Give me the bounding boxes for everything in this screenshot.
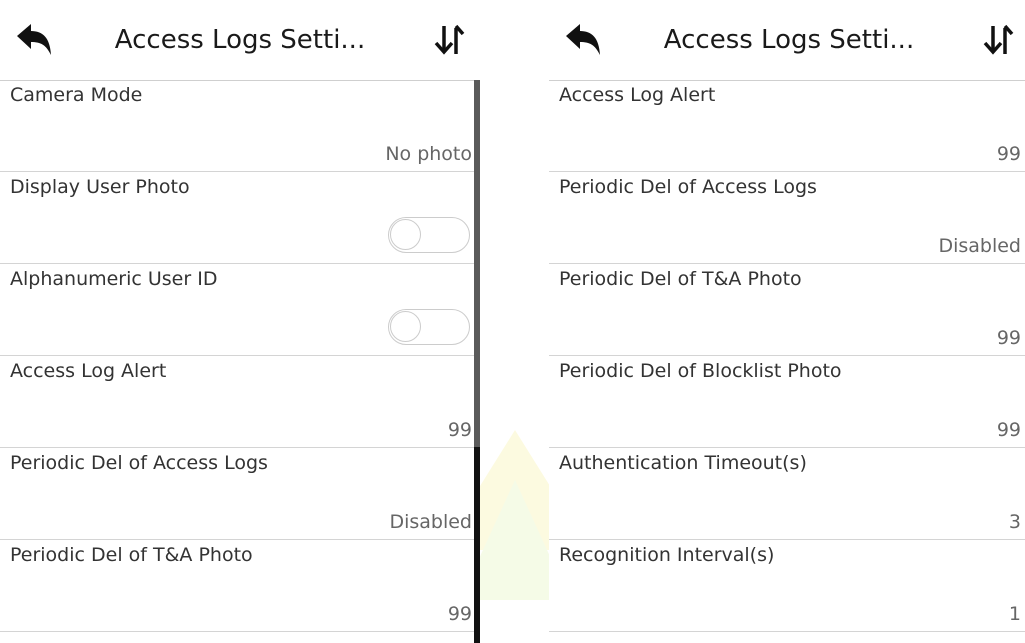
toggle-knob (390, 311, 421, 342)
setting-row-periodic-del-ta-photo[interactable]: Periodic Del of T&A Photo 99 (0, 540, 480, 632)
setting-row-periodic-del-access-logs[interactable]: Periodic Del of Access Logs Disabled (0, 448, 480, 540)
setting-label: Access Log Alert (559, 84, 716, 106)
setting-value: Disabled (938, 235, 1021, 257)
access-logs-settings-screen-right: Access Logs Setti... Access Log Alert 99… (549, 0, 1025, 643)
setting-row-display-user-photo[interactable]: Display User Photo (0, 172, 480, 264)
setting-value: 99 (996, 327, 1021, 349)
sort-icon[interactable] (979, 20, 1019, 60)
page-title: Access Logs Setti... (663, 25, 915, 55)
setting-row-periodic-del-access-logs[interactable]: Periodic Del of Access Logs Disabled (549, 172, 1025, 264)
setting-row-alphanumeric-user-id[interactable]: Alphanumeric User ID (0, 264, 480, 356)
setting-value: 99 (447, 419, 472, 441)
setting-label: Camera Mode (10, 84, 143, 106)
toggle-knob (390, 219, 421, 250)
back-arrow-icon[interactable] (14, 22, 54, 58)
setting-value: Disabled (389, 511, 472, 533)
page-title: Access Logs Setti... (114, 25, 366, 55)
setting-label: Periodic Del of T&A Photo (10, 544, 253, 566)
setting-value: 3 (1008, 511, 1021, 533)
setting-value: 99 (447, 603, 472, 625)
setting-value: 99 (996, 143, 1021, 165)
header-bar: Access Logs Setti... (549, 0, 1025, 81)
setting-row-access-log-alert[interactable]: Access Log Alert 99 (549, 80, 1025, 172)
header-bar: Access Logs Setti... (0, 0, 480, 81)
setting-label: Authentication Timeout(s) (559, 452, 807, 474)
access-logs-settings-screen-left: Access Logs Setti... Camera Mode No phot… (0, 0, 480, 643)
scrollbar-thumb[interactable] (474, 80, 480, 447)
setting-value: 99 (996, 419, 1021, 441)
setting-label: Display User Photo (10, 176, 190, 198)
setting-row-periodic-del-blocklist-photo[interactable]: Periodic Del of Blocklist Photo 99 (549, 356, 1025, 448)
settings-list: Access Log Alert 99 Periodic Del of Acce… (549, 80, 1025, 632)
setting-label: Periodic Del of T&A Photo (559, 268, 802, 290)
back-arrow-icon[interactable] (563, 22, 603, 58)
display-user-photo-toggle[interactable] (388, 217, 470, 253)
setting-row-authentication-timeout[interactable]: Authentication Timeout(s) 3 (549, 448, 1025, 540)
setting-row-periodic-del-ta-photo[interactable]: Periodic Del of T&A Photo 99 (549, 264, 1025, 356)
setting-value: No photo (385, 143, 472, 165)
setting-label: Recognition Interval(s) (559, 544, 775, 566)
setting-label: Alphanumeric User ID (10, 268, 218, 290)
setting-row-access-log-alert[interactable]: Access Log Alert 99 (0, 356, 480, 448)
setting-label: Periodic Del of Access Logs (10, 452, 268, 474)
setting-label: Periodic Del of Blocklist Photo (559, 360, 842, 382)
setting-label: Periodic Del of Access Logs (559, 176, 817, 198)
setting-value: 1 (1008, 603, 1021, 625)
setting-label: Access Log Alert (10, 360, 167, 382)
setting-row-camera-mode[interactable]: Camera Mode No photo (0, 80, 480, 172)
setting-row-recognition-interval[interactable]: Recognition Interval(s) 1 (549, 540, 1025, 632)
settings-list: Camera Mode No photo Display User Photo … (0, 80, 480, 632)
alphanumeric-user-id-toggle[interactable] (388, 309, 470, 345)
scrollbar[interactable] (474, 80, 480, 643)
sort-icon[interactable] (430, 20, 470, 60)
